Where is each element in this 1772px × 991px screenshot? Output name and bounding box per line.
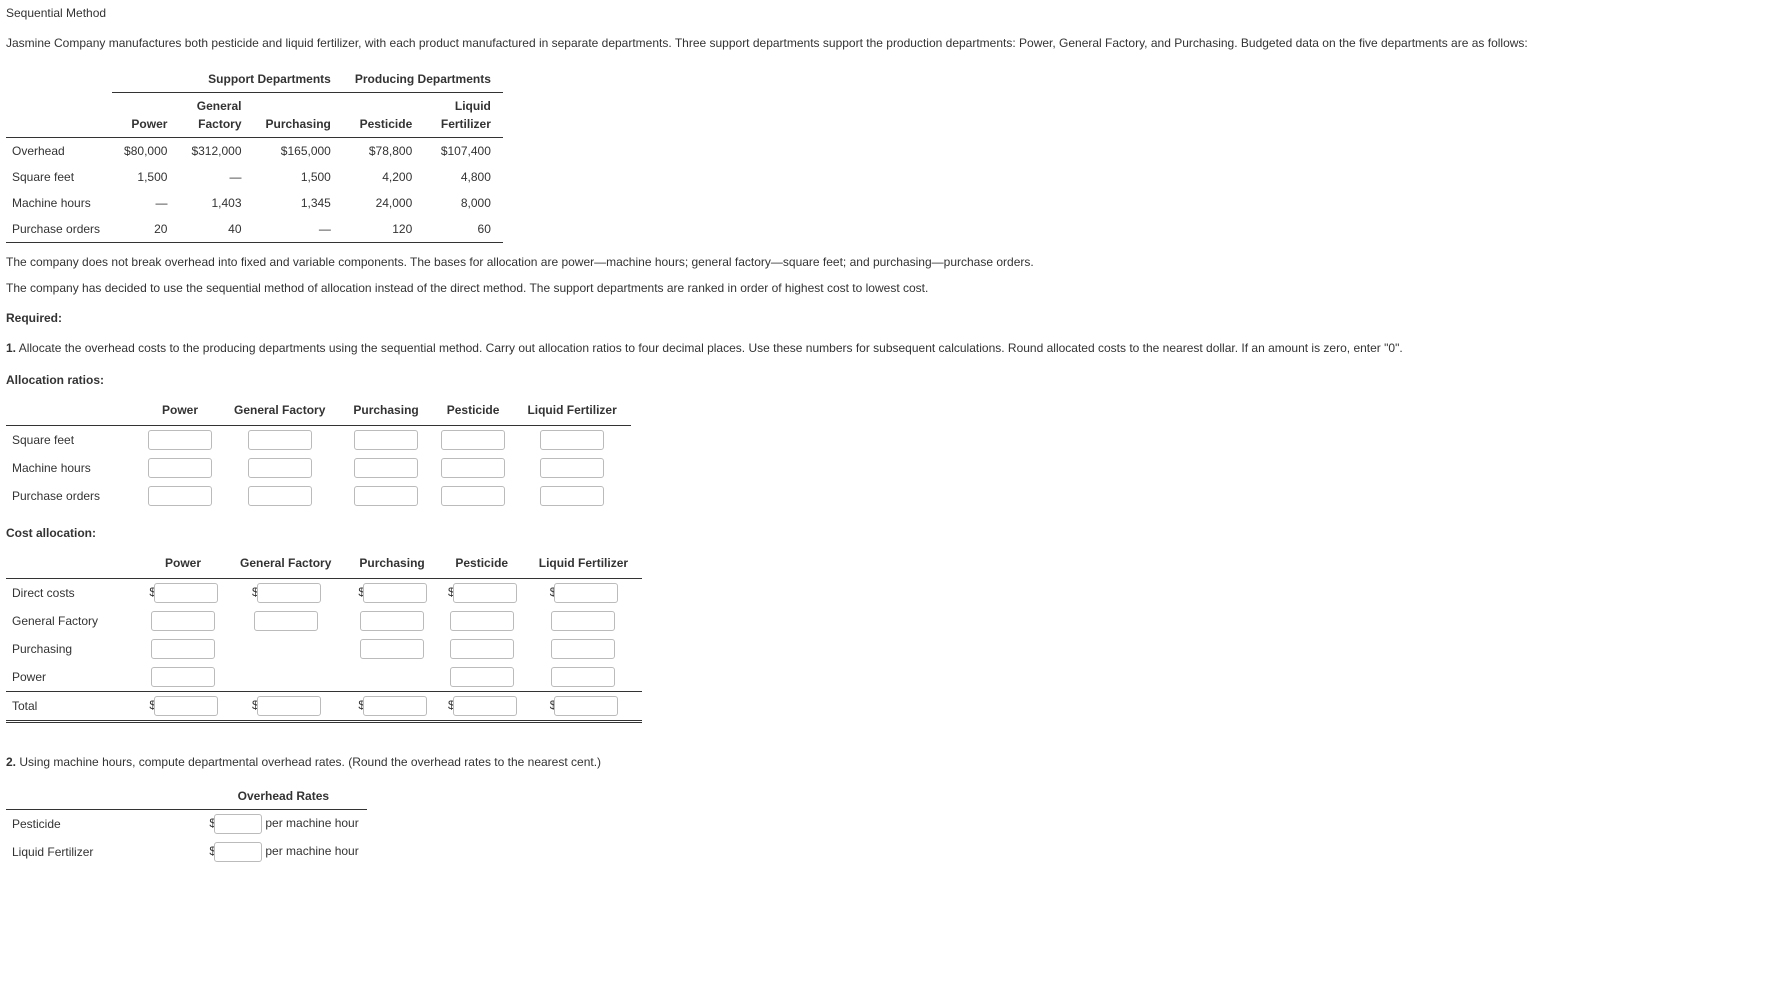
cost-purch-purch[interactable]	[360, 639, 424, 659]
cost-direct-power[interactable]	[154, 583, 218, 603]
table-row: Purchase orders	[6, 482, 631, 510]
allocation-ratios-title: Allocation ratios:	[6, 371, 1766, 389]
ratio-sqft-pest[interactable]	[441, 430, 505, 450]
col-general-factory: GeneralFactory	[179, 93, 253, 138]
rate-pesticide[interactable]	[214, 814, 262, 834]
group-header-support: Support Departments	[112, 66, 343, 93]
ratio-sqft-power[interactable]	[148, 430, 212, 450]
cost-direct-gf[interactable]	[257, 583, 321, 603]
cost-gf-pest[interactable]	[450, 611, 514, 631]
table-row-total: Total $ $ $ $ $	[6, 692, 642, 722]
ratio-po-power[interactable]	[148, 486, 212, 506]
cost-total-purch[interactable]	[363, 696, 427, 716]
note-allocation-bases: The company does not break overhead into…	[6, 253, 1766, 271]
cost-total-power[interactable]	[154, 696, 218, 716]
col-liquid-fertilizer: LiquidFertilizer	[424, 93, 503, 138]
ratio-po-gf[interactable]	[248, 486, 312, 506]
per-mh-label: per machine hour	[265, 844, 358, 858]
alloc-col-pesticide: Pesticide	[433, 395, 514, 426]
col-power: Power	[112, 93, 179, 138]
ratio-mh-liq[interactable]	[540, 458, 604, 478]
cost-col-power: Power	[140, 548, 226, 579]
cost-gf-purch[interactable]	[360, 611, 424, 631]
table-row: Direct costs $ $ $ $ $	[6, 579, 642, 608]
cost-purch-liq[interactable]	[551, 639, 615, 659]
group-header-producing: Producing Departments	[343, 66, 503, 93]
alloc-col-general-factory: General Factory	[220, 395, 339, 426]
overhead-rates-table: Overhead Rates Pesticide $ per machine h…	[6, 783, 367, 866]
cost-gf-liq[interactable]	[551, 611, 615, 631]
intro-text: Jasmine Company manufactures both pestic…	[6, 34, 1766, 52]
ratio-mh-power[interactable]	[148, 458, 212, 478]
table-row: Square feet 1,500 — 1,500 4,200 4,800	[6, 164, 503, 190]
alloc-col-liquid-fertilizer: Liquid Fertilizer	[513, 395, 630, 426]
requirement-2: 2. Using machine hours, compute departme…	[6, 753, 1766, 771]
ratio-mh-purch[interactable]	[354, 458, 418, 478]
table-row: Purchase orders 20 40 — 120 60	[6, 216, 503, 243]
budget-data-table: Support Departments Producing Department…	[6, 66, 503, 243]
cost-direct-liq[interactable]	[554, 583, 618, 603]
ratio-po-liq[interactable]	[540, 486, 604, 506]
ratio-sqft-gf[interactable]	[248, 430, 312, 450]
table-row: Overhead $80,000 $312,000 $165,000 $78,8…	[6, 138, 503, 165]
col-pesticide: Pesticide	[343, 93, 424, 138]
alloc-col-power: Power	[140, 395, 220, 426]
note-sequential-method: The company has decided to use the seque…	[6, 279, 1766, 297]
cost-allocation-table: Power General Factory Purchasing Pestici…	[6, 548, 642, 723]
page-title: Sequential Method	[6, 4, 1766, 22]
ratio-po-purch[interactable]	[354, 486, 418, 506]
cost-power-pest[interactable]	[450, 667, 514, 687]
cost-total-pest[interactable]	[453, 696, 517, 716]
cost-direct-purch[interactable]	[363, 583, 427, 603]
ratio-sqft-purch[interactable]	[354, 430, 418, 450]
requirement-1: 1. Allocate the overhead costs to the pr…	[6, 339, 1766, 357]
ratio-po-pest[interactable]	[441, 486, 505, 506]
per-mh-label: per machine hour	[265, 816, 358, 830]
cost-total-liq[interactable]	[554, 696, 618, 716]
rate-liquid-fertilizer[interactable]	[214, 842, 262, 862]
cost-purch-pest[interactable]	[450, 639, 514, 659]
alloc-col-purchasing: Purchasing	[339, 395, 432, 426]
table-row: Square feet	[6, 426, 631, 455]
table-row: Pesticide $ per machine hour	[6, 810, 367, 839]
col-purchasing: Purchasing	[254, 93, 343, 138]
required-label: Required:	[6, 309, 1766, 327]
table-row: General Factory	[6, 607, 642, 635]
cost-col-purchasing: Purchasing	[345, 548, 438, 579]
cost-power-liq[interactable]	[551, 667, 615, 687]
table-row: Liquid Fertilizer $ per machine hour	[6, 838, 367, 866]
table-row: Purchasing	[6, 635, 642, 663]
ratio-sqft-liq[interactable]	[540, 430, 604, 450]
ratio-mh-pest[interactable]	[441, 458, 505, 478]
cost-col-liquid-fertilizer: Liquid Fertilizer	[525, 548, 642, 579]
cost-gf-gf[interactable]	[254, 611, 318, 631]
ratio-mh-gf[interactable]	[248, 458, 312, 478]
rates-header: Overhead Rates	[200, 783, 367, 810]
cost-gf-power[interactable]	[151, 611, 215, 631]
cost-power-power[interactable]	[151, 667, 215, 687]
cost-direct-pest[interactable]	[453, 583, 517, 603]
table-row: Machine hours — 1,403 1,345 24,000 8,000	[6, 190, 503, 216]
cost-total-gf[interactable]	[257, 696, 321, 716]
cost-purch-power[interactable]	[151, 639, 215, 659]
cost-col-pesticide: Pesticide	[439, 548, 525, 579]
cost-allocation-title: Cost allocation:	[6, 524, 1766, 542]
table-row: Machine hours	[6, 454, 631, 482]
cost-col-general-factory: General Factory	[226, 548, 345, 579]
table-row: Power	[6, 663, 642, 692]
allocation-ratios-table: Power General Factory Purchasing Pestici…	[6, 395, 631, 510]
